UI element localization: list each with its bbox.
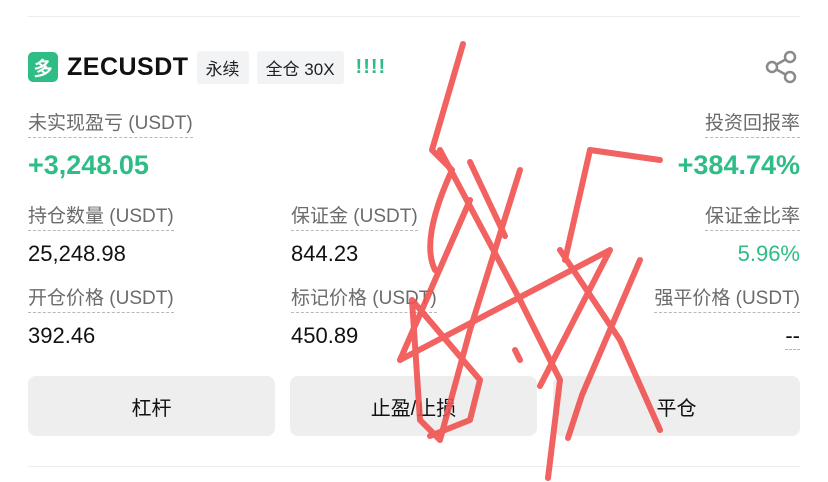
entry-price-label[interactable]: 开仓价格 (USDT) bbox=[28, 288, 174, 313]
roe-label[interactable]: 投资回报率 bbox=[704, 113, 800, 138]
margin-mode-tag[interactable]: 全仓 30X bbox=[256, 50, 344, 84]
margin-ratio-value: 5.96% bbox=[737, 241, 800, 266]
close-position-button[interactable]: 平仓 bbox=[553, 376, 800, 436]
position-header: 多 ZECUSDT 永续 全仓 30X !!!! bbox=[28, 50, 386, 84]
top-divider bbox=[28, 16, 800, 17]
tp-sl-button[interactable]: 止盈/止损 bbox=[290, 376, 537, 436]
unrealized-pnl-label[interactable]: 未实现盈亏 (USDT) bbox=[28, 113, 193, 138]
position-size-label[interactable]: 持仓数量 (USDT) bbox=[28, 206, 174, 231]
long-side-badge: 多 bbox=[28, 52, 58, 82]
position-size-value: 25,248.98 bbox=[28, 241, 126, 266]
mark-price-value: 450.89 bbox=[291, 323, 359, 348]
roe-value: +384.74% bbox=[677, 150, 800, 180]
share-icon[interactable] bbox=[762, 50, 800, 84]
unrealized-pnl-value: +3,248.05 bbox=[28, 150, 149, 180]
entry-price-value: 392.46 bbox=[28, 323, 96, 348]
risk-level-indicator: !!!! bbox=[355, 55, 387, 78]
symbol-name[interactable]: ZECUSDT bbox=[67, 53, 189, 82]
contract-type-tag: 永续 bbox=[196, 50, 249, 84]
liquidation-price-label[interactable]: 强平价格 (USDT) bbox=[654, 288, 800, 313]
margin-label[interactable]: 保证金 (USDT) bbox=[291, 206, 418, 231]
liquidation-price-value: -- bbox=[785, 323, 800, 350]
margin-value: 844.23 bbox=[291, 241, 359, 266]
leverage-button[interactable]: 杠杆 bbox=[28, 376, 275, 436]
bottom-divider bbox=[28, 466, 800, 467]
margin-ratio-label[interactable]: 保证金比率 bbox=[704, 206, 800, 231]
mark-price-label[interactable]: 标记价格 (USDT) bbox=[291, 288, 437, 313]
